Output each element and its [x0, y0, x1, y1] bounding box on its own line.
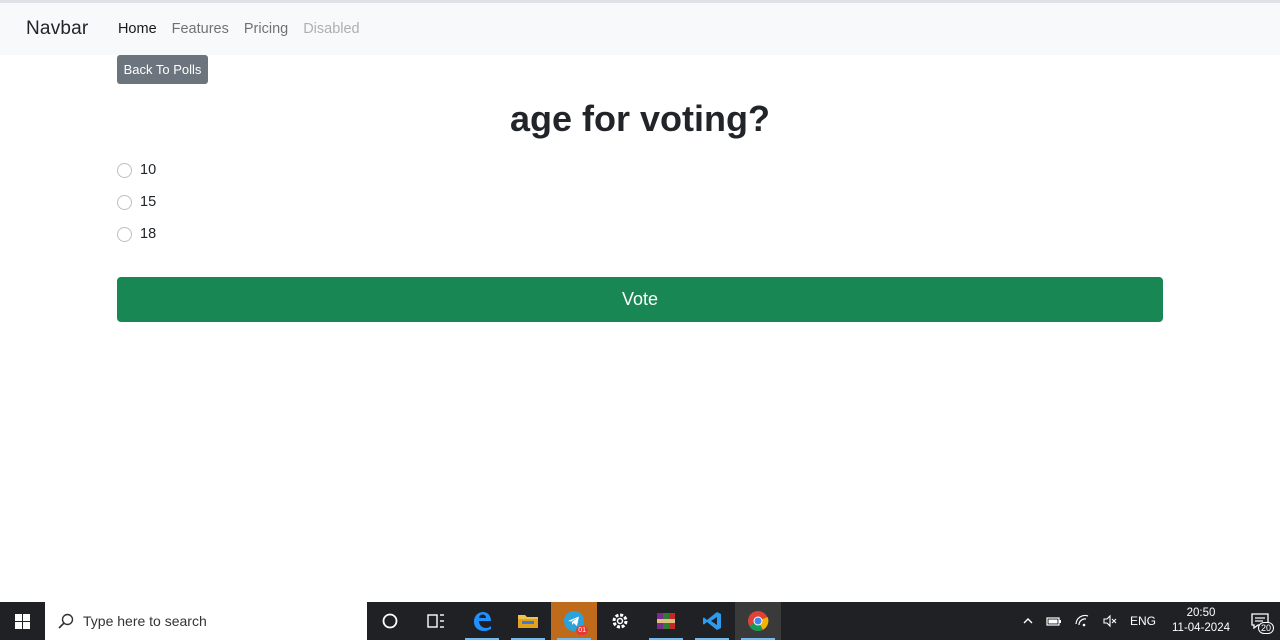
poll-option[interactable]: 10 [117, 160, 156, 180]
winrar-icon[interactable] [643, 602, 689, 640]
search-placeholder: Type here to search [83, 613, 207, 629]
back-to-polls-button[interactable]: Back To Polls [117, 55, 208, 84]
windows-logo-icon [15, 613, 30, 629]
radio-button[interactable] [117, 226, 132, 242]
settings-icon[interactable] [597, 602, 643, 640]
system-tray: ENG 20:50 11-04-2024 20 [1016, 602, 1280, 640]
edge-icon[interactable] [459, 602, 505, 640]
nav-link-home[interactable]: Home [110, 21, 164, 37]
cortana-icon[interactable] [367, 602, 413, 640]
battery-icon[interactable] [1046, 615, 1062, 627]
poll-question: age for voting? [510, 98, 770, 139]
clock-time: 20:50 [1186, 607, 1216, 619]
notification-count-badge: 20 [1257, 622, 1274, 634]
poll-option[interactable]: 18 [117, 224, 156, 244]
vscode-icon[interactable] [689, 602, 735, 640]
volume-muted-icon[interactable] [1102, 614, 1118, 628]
poll-options: 10 15 18 [117, 160, 156, 256]
chrome-icon[interactable] [735, 602, 781, 640]
wifi-icon[interactable] [1074, 614, 1090, 628]
clock-date: 11-04-2024 [1172, 622, 1230, 634]
clock[interactable]: 20:50 11-04-2024 [1172, 606, 1230, 636]
poll-option-label: 10 [140, 162, 157, 178]
chevron-up-icon[interactable] [1022, 615, 1034, 627]
navbar: Navbar Home Features Pricing Disabled [0, 3, 1280, 55]
poll-option-label: 15 [140, 194, 157, 210]
start-button[interactable] [0, 602, 45, 640]
taskbar-search-box[interactable]: Type here to search [45, 602, 367, 640]
nav-link-disabled: Disabled [303, 21, 360, 37]
language-indicator[interactable]: ENG [1130, 614, 1156, 628]
windows-taskbar: Type here to search 01 ENG 20:50 11-04-2… [0, 602, 1280, 640]
notification-center-button[interactable]: 20 [1240, 602, 1280, 640]
radio-button[interactable] [117, 194, 132, 210]
nav-links: Home Features Pricing Disabled [110, 21, 367, 37]
telegram-icon[interactable]: 01 [551, 602, 597, 640]
poll-option[interactable]: 15 [117, 192, 156, 212]
file-explorer-icon[interactable] [505, 602, 551, 640]
task-view-icon[interactable] [413, 602, 459, 640]
vote-button[interactable]: Vote [117, 277, 1163, 322]
search-icon [58, 613, 74, 629]
nav-link-pricing[interactable]: Pricing [236, 21, 295, 37]
radio-button[interactable] [117, 162, 132, 178]
nav-link-features[interactable]: Features [164, 21, 236, 37]
navbar-brand[interactable]: Navbar [26, 18, 88, 40]
poll-option-label: 18 [140, 226, 157, 242]
telegram-badge: 01 [576, 626, 588, 635]
taskbar-apps: 01 [367, 602, 781, 640]
